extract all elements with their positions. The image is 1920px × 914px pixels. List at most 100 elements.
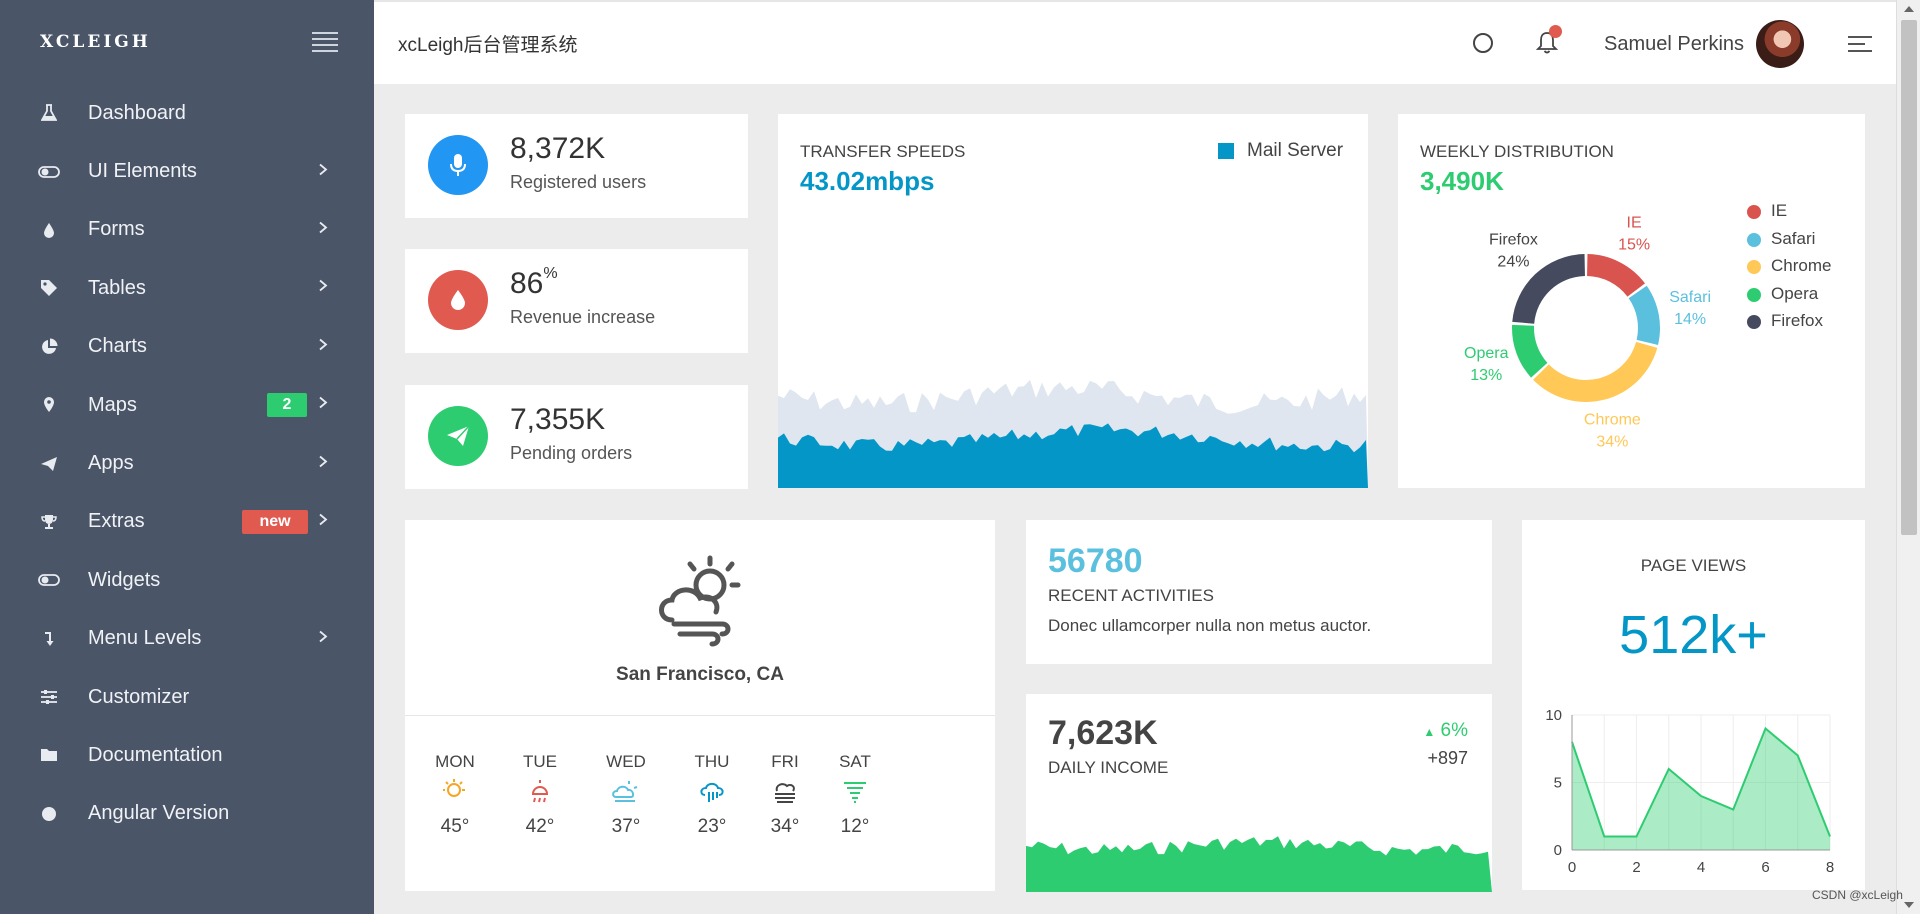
- stat-label: Pending orders: [510, 443, 633, 463]
- trophy-icon: [38, 511, 60, 533]
- arrow-down-icon: [38, 628, 60, 650]
- send-icon: [38, 453, 60, 475]
- brand-bar: XCLEIGH: [0, 0, 374, 84]
- activities-text: Donec ullamcorper nulla non metus auctor…: [1048, 616, 1372, 635]
- send-icon: [447, 425, 470, 446]
- sidebar-item-widgets[interactable]: Widgets: [0, 551, 374, 609]
- brand-logo[interactable]: XCLEIGH: [40, 32, 151, 52]
- donut-slice-ie[interactable]: [1587, 254, 1645, 297]
- recent-activities-card: 56780 RECENT ACTIVITIES Donec ullamcorpe…: [1026, 520, 1492, 664]
- page-views-card: PAGE VIEWS 512k+ 0 5 10 0 2 4 6 8: [1522, 520, 1865, 890]
- legend-label: Opera: [1771, 283, 1819, 303]
- stat-icon-orders: [428, 406, 488, 466]
- slice-percent-label: 13%: [1470, 367, 1502, 384]
- circle-icon[interactable]: [1473, 33, 1493, 53]
- legend-dot: [1747, 260, 1761, 274]
- toggle-icon: [38, 569, 60, 591]
- cloud-rain-icon: [677, 772, 747, 810]
- slice-percent-label: 14%: [1674, 311, 1706, 328]
- legend-label: Firefox: [1771, 311, 1823, 330]
- notification-dot: [1549, 25, 1562, 38]
- donut-chart: IE 15% Safari 14% Chrome 34% Opera 13% Firefox 24…: [1464, 215, 1711, 451]
- sidebar-item-forms[interactable]: Forms: [0, 201, 374, 259]
- sidebar-item-menu-levels[interactable]: Menu Levels: [0, 610, 374, 668]
- sidebar-item-maps[interactable]: Maps 2: [0, 376, 374, 434]
- sidebar-item-apps[interactable]: Apps: [0, 434, 374, 492]
- toggle-icon: [38, 161, 60, 183]
- slice-name-label: Opera: [1464, 345, 1509, 362]
- slice-name-label: Firefox: [1489, 232, 1538, 249]
- stat-card-orders: 7,355K Pending orders: [405, 385, 748, 489]
- day-name: SAT: [839, 752, 871, 771]
- sun-cloud-icon: [420, 772, 490, 810]
- stat-value: 7,355K: [510, 403, 606, 436]
- chevron-right-icon: [318, 162, 328, 181]
- scroll-down-icon[interactable]: [1904, 902, 1914, 908]
- day-name: FRI: [771, 752, 799, 771]
- avatar[interactable]: [1756, 20, 1804, 68]
- day-temp: 45°: [440, 816, 470, 837]
- scrollbar[interactable]: [1896, 0, 1920, 914]
- weekly-distribution-card: WEEKLY DISTRIBUTION 3,490K IE 15% Safari 14…: [1398, 114, 1865, 488]
- day-temp: 23°: [697, 816, 727, 837]
- sidebar-item-ui-elements[interactable]: UI Elements: [0, 142, 374, 200]
- menu-icon[interactable]: [1848, 36, 1872, 52]
- chevron-right-icon: [318, 279, 328, 298]
- sidebar-item-tables[interactable]: Tables: [0, 259, 374, 317]
- income-area-chart: [1026, 836, 1492, 892]
- stat-icon-users: [428, 135, 488, 195]
- donut-slice-opera[interactable]: [1512, 324, 1548, 378]
- chevron-right-icon: [318, 454, 328, 473]
- transfer-area-chart: [778, 379, 1368, 488]
- tag-icon: [38, 277, 60, 299]
- donut-slice-chrome[interactable]: [1533, 341, 1658, 402]
- slice-percent-label: 24%: [1497, 254, 1529, 271]
- sidebar-item-customizer[interactable]: Customizer: [0, 668, 374, 726]
- sidebar-item-label: Apps: [88, 452, 134, 475]
- donut-slice-safari[interactable]: [1628, 285, 1660, 345]
- day-name: WED: [606, 752, 646, 771]
- y-tick-label: 10: [1545, 707, 1562, 724]
- sidebar-item-label: Customizer: [88, 685, 190, 708]
- slice-name-label: Safari: [1669, 289, 1711, 306]
- user-name[interactable]: Samuel Perkins: [1604, 33, 1744, 56]
- day-name: MON: [435, 752, 475, 771]
- forecast-day: WED 37°: [591, 752, 661, 838]
- sidebar-item-label: Charts: [88, 335, 147, 358]
- income-change: ▲ 6%: [1423, 720, 1468, 741]
- flask-icon: [38, 102, 60, 124]
- day-name: THU: [694, 752, 730, 771]
- sidebar-item-label: Dashboard: [88, 101, 186, 124]
- sidebar-item-extras[interactable]: Extras new: [0, 493, 374, 551]
- sidebar-item-label: Forms: [88, 218, 145, 241]
- sidebar-item-angular-version[interactable]: Angular Version: [0, 785, 374, 843]
- x-tick-label: 2: [1632, 859, 1640, 876]
- sidebar-toggle-icon[interactable]: [312, 32, 338, 52]
- y-tick-label: 0: [1554, 842, 1562, 859]
- card-title: RECENT ACTIVITIES: [1048, 586, 1214, 605]
- day-temp: 42°: [525, 816, 555, 837]
- card-title: TRANSFER SPEEDS: [800, 142, 966, 161]
- legend-dot: [1747, 232, 1761, 247]
- legend-label: Safari: [1771, 228, 1816, 248]
- nav-badge: new: [242, 509, 308, 534]
- card-title: DAILY INCOME: [1048, 758, 1169, 777]
- circle-icon: [38, 803, 60, 825]
- sidebar-item-charts[interactable]: Charts: [0, 318, 374, 376]
- x-tick-label: 6: [1761, 859, 1769, 876]
- sidebar-item-dashboard[interactable]: Dashboard: [0, 84, 374, 142]
- pie-icon: [38, 336, 60, 358]
- x-tick-label: 8: [1826, 859, 1834, 876]
- drop-icon: [451, 290, 465, 310]
- scroll-thumb[interactable]: [1901, 20, 1917, 535]
- sidebar-item-documentation[interactable]: Documentation: [0, 726, 374, 784]
- slice-percent-label: 15%: [1618, 237, 1650, 254]
- pageviews-value: 512k+: [1619, 605, 1768, 665]
- transfer-speeds-card: TRANSFER SPEEDS 43.02mbps Mail Server: [778, 114, 1368, 488]
- sidebar-item-label: Angular Version: [88, 802, 230, 825]
- scroll-up-icon[interactable]: [1904, 6, 1914, 12]
- weather-city: San Francisco, CA: [616, 664, 784, 685]
- day-name: TUE: [523, 752, 557, 771]
- folder-icon: [38, 744, 60, 766]
- legend-swatch: [1218, 143, 1234, 159]
